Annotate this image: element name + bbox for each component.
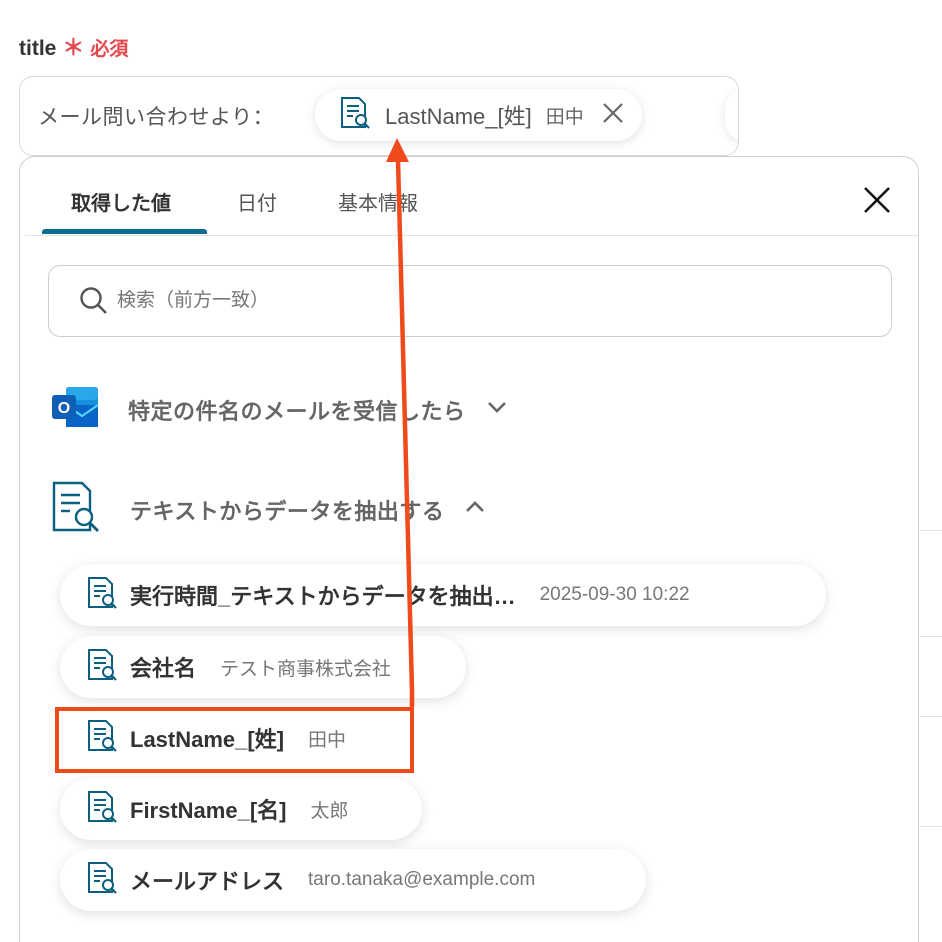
annotation-highlight-box [55,707,414,773]
tab-date[interactable]: 日付 [237,187,277,216]
chip-name: LastName_[姓] [385,104,532,129]
section-title: 特定の件名のメールを受信したら [128,398,466,424]
item-value: taro.tanaka@example.com [308,869,536,890]
inserted-variable-chip[interactable]: LastName_[姓] 田中 [315,89,642,141]
background-divider [920,530,942,531]
section-outlook-trigger[interactable]: O 特定の件名のメールを受信したら [50,383,508,436]
background-divider [920,716,942,717]
field-label-text: title [19,37,57,60]
item-value: テスト商事株式会社 [220,658,392,680]
field-label: title ＊ 必須 [19,30,128,62]
list-item[interactable]: メールアドレス taro.tanaka@example.com [60,849,646,911]
section-text-extraction[interactable]: テキストからデータを抽出する [50,480,486,539]
item-value: 太郎 [310,800,349,822]
tab-basic-info[interactable]: 基本情報 [338,187,418,216]
required-asterisk: ＊ [62,35,85,60]
list-item[interactable]: 会社名 テスト商事株式会社 [60,636,466,698]
item-value: 2025-09-30 10:22 [539,584,690,605]
item-name: FirstName_[名] [130,798,287,823]
document-search-icon [86,861,118,900]
next-chip-partial[interactable] [725,89,738,141]
item-name: 会社名 [130,656,197,681]
search-input[interactable] [117,266,877,336]
search-box[interactable] [48,265,892,337]
document-search-icon [339,96,371,135]
chevron-up-icon[interactable] [464,500,486,519]
active-tab-indicator [42,229,207,234]
section-title: テキストからデータを抽出する [130,498,445,524]
tab-retrieved-values[interactable]: 取得した値 [71,187,171,216]
list-item[interactable]: 実行時間_テキストからデータを抽出… 2025-09-30 10:22 [60,564,826,626]
input-prefix-text: メール問い合わせより： [38,106,275,129]
background-divider [920,636,942,637]
document-search-icon [50,480,102,539]
document-search-icon [86,790,118,829]
close-icon[interactable] [860,183,894,217]
svg-text:O: O [58,400,70,417]
search-icon [79,286,109,321]
chip-value: 田中 [545,106,584,128]
document-search-icon [86,648,118,687]
list-item[interactable]: FirstName_[名] 太郎 [60,778,422,840]
item-name: メールアドレス [130,869,285,894]
title-input[interactable]: メール問い合わせより： LastName_[姓] 田中 [19,76,739,156]
chevron-down-icon[interactable] [486,400,508,419]
document-search-icon [86,576,118,615]
required-text: 必須 [90,39,129,60]
background-divider [920,826,942,827]
tab-bar: 取得した値 日付 基本情報 [25,157,918,236]
outlook-icon: O [50,383,100,436]
item-name: 実行時間_テキストからデータを抽出… [130,584,516,609]
chip-close-icon[interactable] [602,100,624,130]
